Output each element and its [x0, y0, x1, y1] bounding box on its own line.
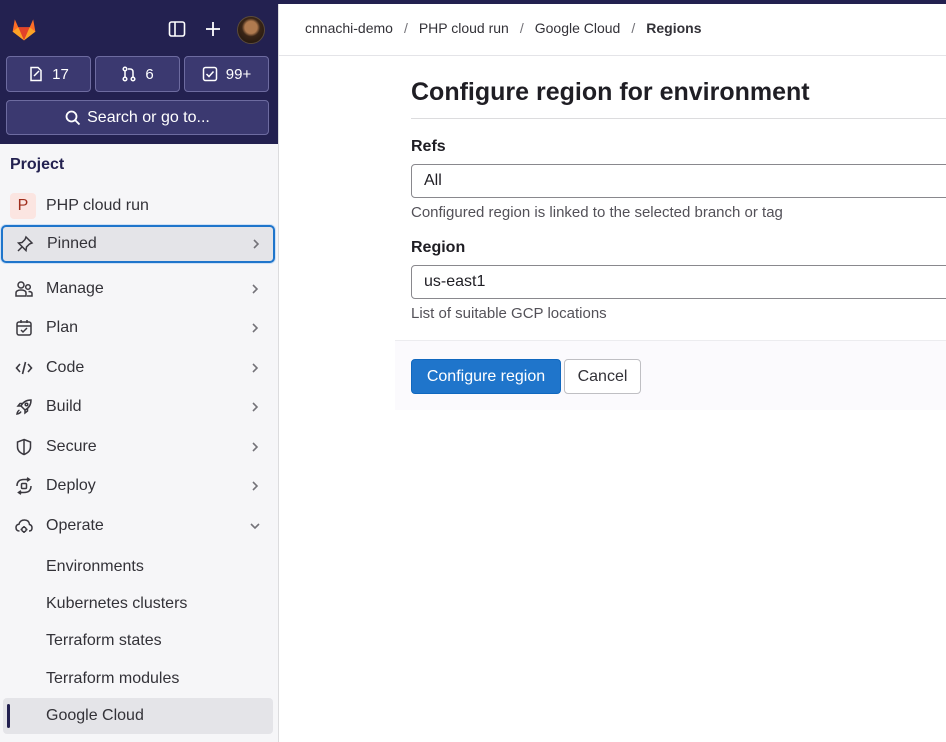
search-button[interactable]: Search or go to...	[6, 100, 269, 135]
search-icon	[65, 110, 81, 125]
project-name: PHP cloud run	[46, 197, 149, 214]
sidebar-item-label: Code	[46, 359, 85, 376]
sidebar-subitem-environments[interactable]: Environments	[46, 558, 144, 576]
breadcrumb-separator: /	[519, 20, 524, 36]
users-icon	[14, 279, 34, 299]
project-link[interactable]: P PHP cloud run	[0, 187, 276, 225]
cloud-gear-icon	[14, 516, 34, 536]
sidebar-header: 17 6 99+ Search or go to...	[0, 4, 278, 144]
configure-region-button[interactable]: Configure region	[411, 359, 561, 394]
todos-count: 99+	[225, 65, 252, 83]
code-icon	[14, 358, 34, 378]
chevron-down-icon	[250, 523, 260, 530]
section-title: Project	[10, 156, 65, 173]
breadcrumb-item[interactable]: Google Cloud	[535, 20, 621, 36]
sidebar-item-label: Secure	[46, 438, 97, 455]
breadcrumb-separator: /	[403, 20, 408, 36]
region-help-text: List of suitable GCP locations	[411, 305, 607, 322]
merge-requests-button[interactable]: 6	[95, 56, 180, 92]
sidebar-item-deploy[interactable]: Deploy	[0, 467, 276, 505]
breadcrumb-item[interactable]: cnnachi-demo	[305, 20, 393, 36]
sidebar-item-label: Build	[46, 398, 82, 415]
todo-check-icon	[202, 66, 218, 82]
sidebar-item-label: Operate	[46, 517, 104, 534]
sidebar-item-operate[interactable]: Operate	[0, 507, 276, 545]
chevron-right-icon	[252, 363, 259, 373]
sidebar-subitem-terraform-states[interactable]: Terraform states	[46, 632, 162, 650]
chevron-right-icon	[253, 239, 260, 249]
chevron-right-icon	[252, 284, 259, 294]
sidebar-item-pinned[interactable]: Pinned	[1, 225, 275, 263]
breadcrumb-separator: /	[631, 20, 636, 36]
user-avatar[interactable]	[237, 16, 265, 44]
active-item-indicator	[7, 704, 10, 728]
sidebar-item-label: Manage	[46, 280, 104, 297]
chevron-right-icon	[252, 442, 259, 452]
sidebar-item-secure[interactable]: Secure	[0, 428, 276, 466]
rocket-icon	[14, 397, 34, 417]
refs-select[interactable]: All	[411, 164, 946, 198]
region-label: Region	[411, 239, 466, 256]
sidebar-subitem-terraform-modules[interactable]: Terraform modules	[46, 670, 179, 688]
sidebar-item-manage[interactable]: Manage	[0, 270, 276, 308]
sidebar-item-label: Plan	[46, 319, 79, 336]
issues-icon	[30, 66, 42, 82]
region-value: us-east1	[424, 273, 486, 290]
sidebar-item-code[interactable]: Code	[0, 349, 276, 387]
pin-icon	[15, 234, 35, 254]
title-divider	[411, 118, 946, 119]
refs-label: Refs	[411, 138, 446, 155]
cancel-button[interactable]: Cancel	[564, 359, 641, 394]
breadcrumb-divider	[279, 55, 946, 56]
todos-button[interactable]: 99+	[184, 56, 269, 92]
calendar-icon	[14, 318, 34, 338]
region-input[interactable]: us-east1	[411, 265, 946, 299]
chevron-right-icon	[252, 481, 259, 491]
plus-icon[interactable]	[202, 18, 224, 40]
refs-value: All	[424, 172, 442, 189]
refs-help-text: Configured region is linked to the selec…	[411, 204, 783, 221]
issues-button[interactable]: 17	[6, 56, 91, 92]
sidebar-item-label: Pinned	[47, 235, 97, 252]
search-label: Search or go to...	[87, 108, 210, 126]
sidebar: 17 6 99+ Search or go to... Project P PH…	[0, 4, 279, 742]
deploy-icon	[14, 476, 34, 496]
shield-icon	[14, 437, 34, 457]
sidebar-subitem-kubernetes-clusters[interactable]: Kubernetes clusters	[46, 595, 187, 613]
breadcrumb-current[interactable]: Regions	[646, 20, 701, 36]
gitlab-logo-icon[interactable]	[10, 15, 38, 43]
project-avatar: P	[10, 193, 36, 219]
breadcrumb: cnnachi-demo / PHP cloud run / Google Cl…	[305, 20, 701, 36]
collapse-sidebar-icon[interactable]	[166, 18, 188, 40]
merge-requests-count: 6	[145, 65, 154, 83]
breadcrumb-item[interactable]: PHP cloud run	[419, 20, 509, 36]
sidebar-item-label: Deploy	[46, 477, 96, 494]
sidebar-item-build[interactable]: Build	[0, 388, 276, 426]
sidebar-item-plan[interactable]: Plan	[0, 309, 276, 347]
page-title: Configure region for environment	[411, 78, 810, 106]
issues-count: 17	[52, 65, 69, 83]
chevron-right-icon	[252, 402, 259, 412]
merge-request-icon	[122, 66, 136, 82]
chevron-right-icon	[252, 323, 259, 333]
sidebar-subitem-google-cloud[interactable]: Google Cloud	[46, 707, 144, 725]
